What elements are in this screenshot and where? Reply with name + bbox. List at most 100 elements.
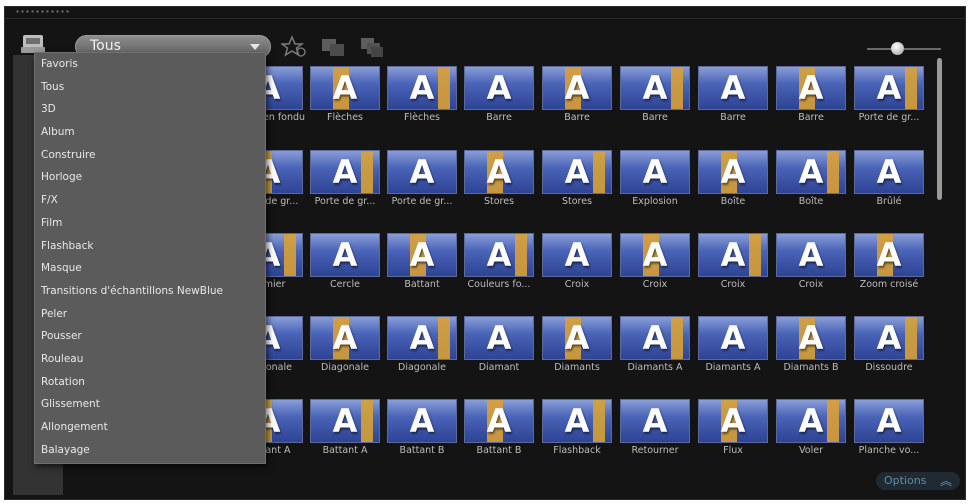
transition-thumbnail[interactable]: A Croix xyxy=(542,233,612,290)
menu-item[interactable]: 3D xyxy=(35,98,265,121)
thumbnail-caption: Croix xyxy=(720,279,746,290)
transition-thumbnail[interactable]: A Croix xyxy=(776,233,846,290)
thumbnail-caption: Boîte xyxy=(798,196,824,207)
menu-item[interactable]: Masque xyxy=(35,257,265,280)
thumbnail-caption: Boîte xyxy=(720,196,746,207)
thumbnail-image: A xyxy=(387,66,457,110)
transition-thumbnail[interactable]: A Diagonale xyxy=(310,316,380,373)
menu-item[interactable]: Peler xyxy=(35,303,265,326)
thumbnail-caption: Stores xyxy=(561,196,593,207)
transition-thumbnail[interactable]: A Couleurs fo... xyxy=(464,233,534,290)
thumbnail-caption: Barre xyxy=(642,112,668,123)
panel-grip[interactable] xyxy=(15,9,69,15)
transition-thumbnail[interactable]: A Dissoudre xyxy=(854,316,924,373)
menu-item[interactable]: Tous xyxy=(35,76,265,99)
transition-thumbnail[interactable]: A Retourner xyxy=(620,399,690,456)
transition-thumbnail[interactable]: A Diagonale xyxy=(387,316,457,373)
transition-thumbnail[interactable]: A Porte de gr... xyxy=(310,150,380,207)
transition-thumbnail[interactable]: A Barre xyxy=(698,66,768,123)
thumbnail-image: A xyxy=(464,150,534,194)
thumbnail-caption: Barre xyxy=(564,112,590,123)
menu-item[interactable]: Balayage xyxy=(35,439,265,462)
thumbnail-caption: Dissoudre xyxy=(865,362,913,373)
thumbnail-caption: Barre xyxy=(798,112,824,123)
menu-item[interactable]: Rotation xyxy=(35,371,265,394)
transition-thumbnail[interactable]: A Flux xyxy=(698,399,768,456)
transition-thumbnail[interactable]: A Voler xyxy=(776,399,846,456)
thumbnail-caption: Zoom croisé xyxy=(859,279,919,290)
transition-thumbnail[interactable]: A Barre xyxy=(620,66,690,123)
menu-item[interactable]: Pousser xyxy=(35,325,265,348)
star-favorite-icon[interactable] xyxy=(279,35,307,59)
transition-thumbnail[interactable]: A Flèches xyxy=(310,66,380,123)
menu-item[interactable]: Film xyxy=(35,212,265,235)
thumbnail-image: A xyxy=(542,150,612,194)
menu-item[interactable]: F/X xyxy=(35,189,265,212)
transition-thumbnail[interactable]: A Planche vo... xyxy=(854,399,924,456)
menu-item[interactable]: Favoris xyxy=(35,53,265,76)
transition-thumbnail[interactable]: A Battant xyxy=(387,233,457,290)
thumbnail-caption: Retourner xyxy=(631,445,679,456)
transition-thumbnail[interactable]: A Flashback xyxy=(542,399,612,456)
transition-thumbnail[interactable]: A Stores xyxy=(464,150,534,207)
transition-thumbnail[interactable]: A Battant A xyxy=(310,399,380,456)
transition-thumbnail[interactable]: A Diamant xyxy=(464,316,534,373)
transition-thumbnail[interactable]: A Diamants B xyxy=(776,316,846,373)
transition-thumbnail[interactable]: A Porte de gr... xyxy=(854,66,924,123)
thumbnail-caption: Brûlé xyxy=(876,196,902,207)
menu-item[interactable]: Horloge xyxy=(35,166,265,189)
transition-thumbnail[interactable]: A Barre xyxy=(464,66,534,123)
thumbnail-image: A xyxy=(854,150,924,194)
transition-thumbnail[interactable]: A Barre xyxy=(542,66,612,123)
thumbnail-image: A xyxy=(620,150,690,194)
thumbnail-caption: Flèches xyxy=(404,112,440,123)
thumbnail-size-slider[interactable] xyxy=(867,41,941,57)
transition-thumbnail[interactable]: A Croix xyxy=(698,233,768,290)
transition-thumbnail[interactable]: A Diamants xyxy=(542,316,612,373)
transition-thumbnail[interactable]: A Boîte xyxy=(776,150,846,207)
options-button[interactable]: Options ︽ xyxy=(876,472,960,490)
thumbnail-image: A xyxy=(542,316,612,360)
menu-item[interactable]: Rouleau xyxy=(35,348,265,371)
transition-thumbnail[interactable]: A Flèches xyxy=(387,66,457,123)
transition-thumbnail[interactable]: A Battant B xyxy=(464,399,534,456)
thumbnail-caption: Diamants xyxy=(554,362,600,373)
thumbnail-image: A xyxy=(542,66,612,110)
thumbnail-image: A xyxy=(310,399,380,443)
apply-transition-icon[interactable] xyxy=(320,35,346,59)
transition-thumbnail[interactable]: A Stores xyxy=(542,150,612,207)
thumbnail-image: A xyxy=(620,316,690,360)
thumbnail-image: A xyxy=(387,233,457,277)
menu-item[interactable]: Album xyxy=(35,121,265,144)
menu-item[interactable]: Transitions d'échantillons NewBlue xyxy=(35,280,265,303)
menu-item[interactable]: Allongement xyxy=(35,416,265,439)
menu-item[interactable]: Glissement xyxy=(35,393,265,416)
transition-thumbnail[interactable]: A Diamants A xyxy=(698,316,768,373)
apply-transition-all-icon[interactable] xyxy=(359,35,385,59)
thumbnail-caption: Diamants B xyxy=(783,362,839,373)
thumbnail-image: A xyxy=(464,316,534,360)
thumbnail-image: A xyxy=(776,316,846,360)
transition-thumbnail[interactable]: A Croix xyxy=(620,233,690,290)
thumbnail-caption: Porte de gr... xyxy=(858,112,920,123)
transition-thumbnail[interactable]: A Battant B xyxy=(387,399,457,456)
slider-knob[interactable] xyxy=(891,42,904,55)
thumbnail-caption: Couleurs fo... xyxy=(467,279,531,290)
thumbnail-image: A xyxy=(464,66,534,110)
transition-thumbnail[interactable]: A Boîte xyxy=(698,150,768,207)
thumbnail-image: A xyxy=(776,399,846,443)
thumbnail-image: A xyxy=(698,233,768,277)
chevron-up-icon: ︽ xyxy=(939,474,952,488)
menu-item[interactable]: Flashback xyxy=(35,235,265,258)
transition-thumbnail[interactable]: A Zoom croisé xyxy=(854,233,924,290)
scrollbar-thumb[interactable] xyxy=(937,58,942,200)
transition-thumbnail[interactable]: A Explosion xyxy=(620,150,690,207)
transition-thumbnail[interactable]: A Cercle xyxy=(310,233,380,290)
thumbnail-caption: Flèches xyxy=(327,112,363,123)
transition-thumbnail[interactable]: A Brûlé xyxy=(854,150,924,207)
thumbnail-caption: Barre xyxy=(486,112,512,123)
transition-thumbnail[interactable]: A Diamants A xyxy=(620,316,690,373)
transition-thumbnail[interactable]: A Porte de gr... xyxy=(387,150,457,207)
transition-thumbnail[interactable]: A Barre xyxy=(776,66,846,123)
menu-item[interactable]: Construire xyxy=(35,144,265,167)
